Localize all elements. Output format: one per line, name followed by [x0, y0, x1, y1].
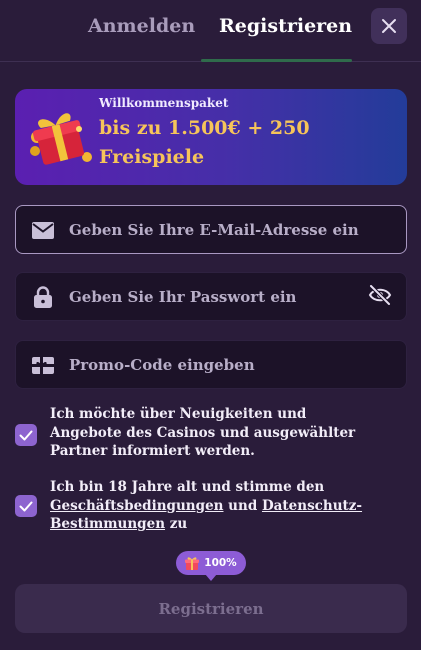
gift-card-icon [32, 354, 54, 376]
completion-percent: 100% [204, 557, 237, 569]
completion-badge: 100% [176, 551, 246, 581]
active-tab-indicator [201, 59, 352, 62]
register-submit-button[interactable]: Registrieren [15, 584, 407, 633]
tab-register[interactable]: Registrieren [219, 15, 352, 37]
email-field[interactable] [15, 205, 407, 254]
password-input[interactable] [69, 273, 369, 320]
envelope-icon [32, 219, 54, 241]
promo-headline: bis zu 1.500€ + 250 Freispiele [99, 117, 310, 168]
terms-consent-text-middle: und [223, 497, 262, 514]
checkmark-icon [19, 501, 33, 511]
promo-code-input[interactable] [69, 341, 369, 388]
tab-login[interactable]: Anmelden [88, 15, 195, 37]
welcome-bonus-banner: Willkommenspaket bis zu 1.500€ + 250 Fre… [15, 89, 407, 185]
terms-link[interactable]: Geschäftsbedingungen [50, 498, 223, 514]
lock-icon [32, 286, 54, 308]
terms-consent-text-before: Ich bin 18 Jahre alt und stimme den [50, 479, 325, 495]
eye-slash-icon[interactable] [367, 282, 393, 308]
email-input[interactable] [69, 206, 369, 253]
close-icon [382, 19, 396, 33]
auth-tabs: Anmelden Registrieren [0, 0, 421, 62]
marketing-consent-checkbox[interactable] [15, 424, 37, 446]
marketing-consent-label: Ich möchte über Neuigkeiten und Angebote… [50, 406, 356, 459]
terms-consent-label: Ich bin 18 Jahre alt und stimme den Gesc… [50, 478, 380, 534]
gift-icon [185, 557, 200, 570]
gift-icon [30, 113, 92, 165]
terms-consent-checkbox[interactable] [15, 495, 37, 517]
checkmark-icon [19, 430, 33, 440]
password-field[interactable] [15, 272, 407, 321]
terms-consent-text-after: zu [165, 516, 188, 532]
promo-code-field[interactable] [15, 340, 407, 389]
close-button[interactable] [371, 8, 407, 44]
promo-title: Willkommenspaket [99, 96, 229, 110]
